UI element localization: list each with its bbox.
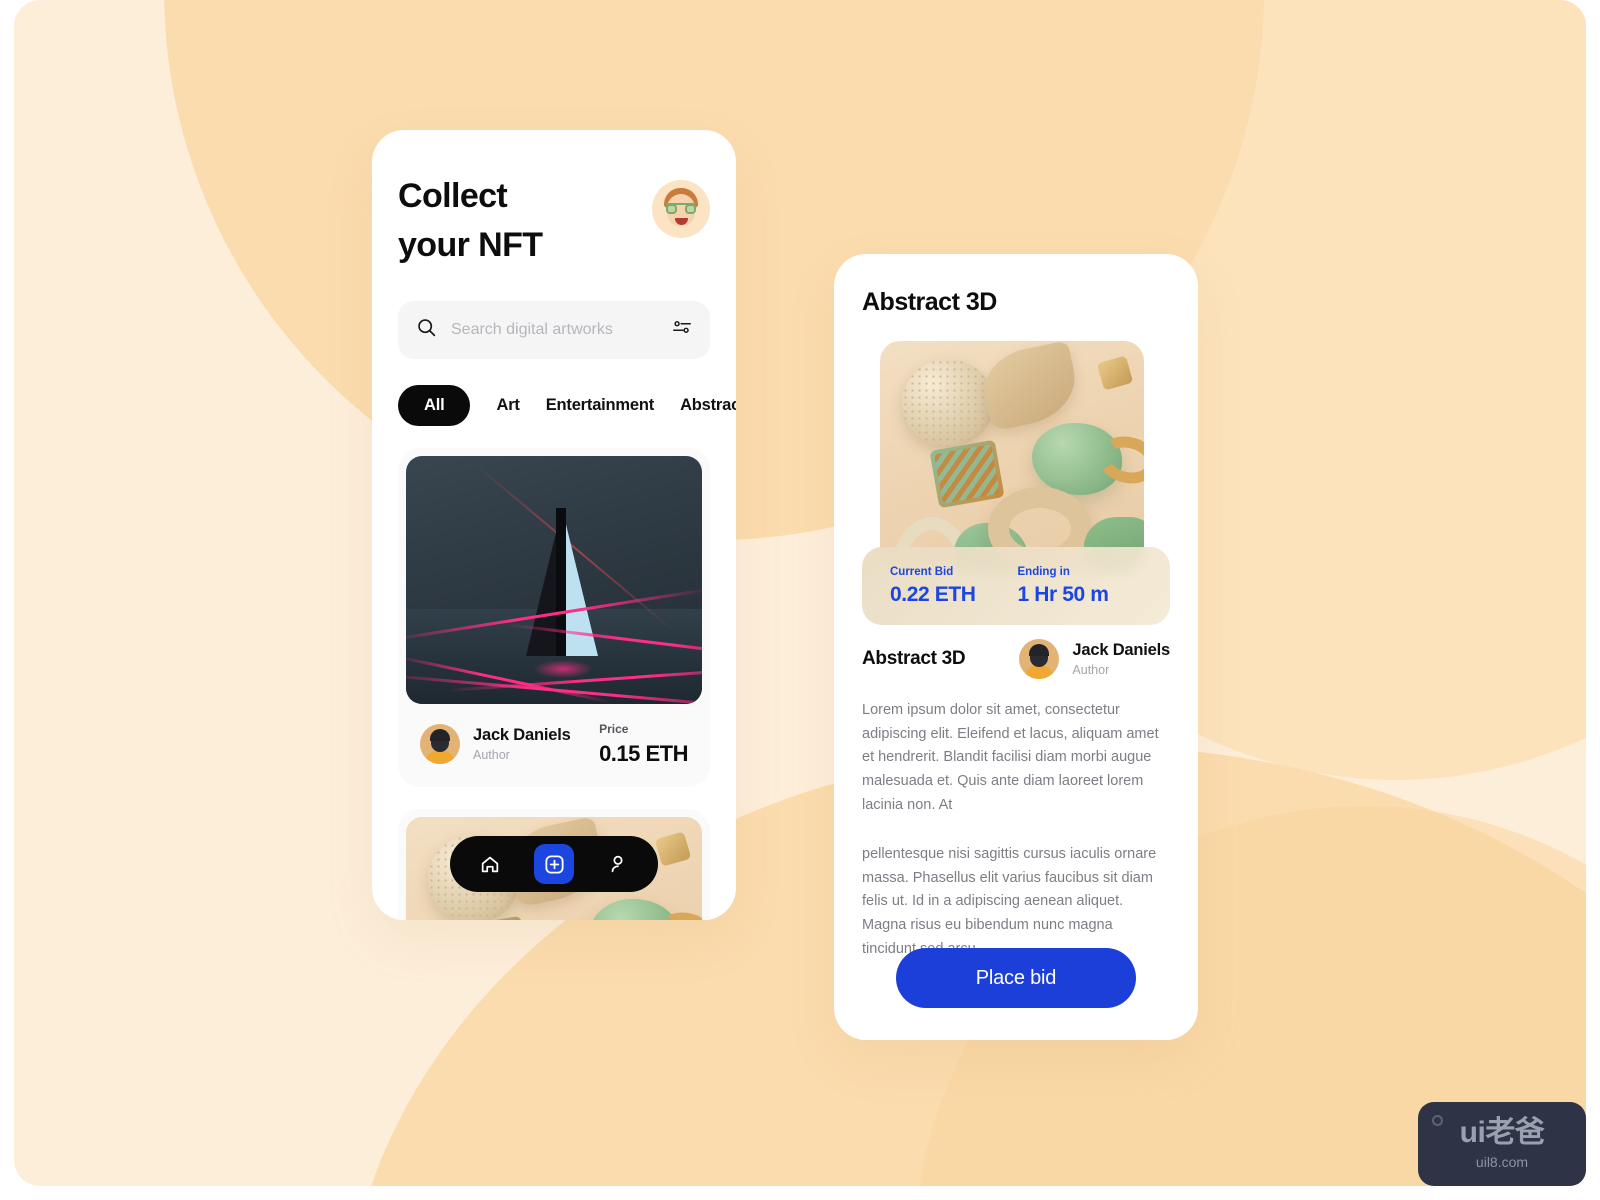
card-price: Price 0.15 ETH [599, 722, 688, 767]
nft-card-footer: Jack Daniels Author Price 0.15 ETH [406, 704, 702, 787]
ending-in-block: Ending in 1 Hr 50 m [1018, 566, 1109, 607]
current-bid-block: Current Bid 0.22 ETH [890, 566, 976, 607]
phone-detail-screen: Abstract 3D Current Bid 0.22 ETH Ending … [834, 254, 1198, 1040]
watermark-url: uil8.com [1475, 1154, 1529, 1170]
category-tabs: All Art Entertainment Abstract [398, 384, 736, 426]
author-role: Author [473, 748, 510, 763]
detail-page-title: Abstract 3D [862, 288, 997, 316]
price-label: Price [599, 721, 629, 736]
author-name: Jack Daniels [1072, 641, 1170, 659]
home-header: Collect your NFT [398, 172, 710, 271]
filter-sliders-icon[interactable] [672, 318, 692, 341]
avatar-glasses [666, 203, 696, 214]
avatar[interactable] [652, 180, 710, 238]
background-canvas [14, 0, 1586, 1186]
watermark-badge: ui老爸 uil8.com [1418, 1102, 1586, 1186]
detail-author[interactable]: Jack Daniels Author [1019, 639, 1170, 679]
ending-in-value: 1 Hr 50 m [1017, 582, 1109, 606]
detail-hero: Current Bid 0.22 ETH Ending in 1 Hr 50 m [862, 341, 1170, 625]
home-icon[interactable] [470, 844, 510, 884]
place-bid-button[interactable]: Place bid [896, 948, 1136, 1008]
current-bid-label: Current Bid [890, 565, 954, 578]
tab-abstract[interactable]: Abstract [680, 396, 736, 415]
detail-meta-row: Abstract 3D Jack Daniels Author [862, 639, 1170, 679]
page-title: Collect your NFT [398, 172, 543, 271]
description-paragraph-1: Lorem ipsum dolor sit amet, consectetur … [862, 702, 1159, 813]
add-plus-icon[interactable] [534, 844, 574, 884]
tab-art[interactable]: Art [496, 396, 519, 415]
description-paragraph-2: pellentesque nisi sagittis cursus iaculi… [862, 846, 1157, 957]
author-avatar [420, 724, 460, 765]
ending-in-label: Ending in [1017, 565, 1070, 578]
watermark-dot-icon [1432, 1115, 1443, 1126]
card-author[interactable]: Jack Daniels Author [420, 724, 571, 765]
page-title-line2: your NFT [398, 226, 543, 265]
search-bar[interactable] [398, 300, 710, 359]
author-avatar [1019, 639, 1060, 679]
abstract-3d-artwork [880, 341, 1144, 573]
nft-card[interactable]: Jack Daniels Author Price 0.15 ETH [398, 447, 710, 787]
tab-all[interactable]: All [398, 384, 471, 426]
author-role: Author [1072, 663, 1110, 677]
author-name: Jack Daniels [473, 726, 571, 745]
screenshot-root: Collect your NFT Search digital artworks… [0, 0, 1600, 1200]
current-bid-value: 0.22 ETH [890, 582, 976, 606]
dark-diamond-artwork [406, 455, 702, 704]
phone-home-screen: Collect your NFT Search digital artworks… [372, 130, 736, 920]
bottom-navigation [450, 836, 658, 892]
search-input[interactable] [451, 320, 658, 339]
bid-info-bar: Current Bid 0.22 ETH Ending in 1 Hr 50 m [862, 547, 1170, 625]
profile-person-icon[interactable] [598, 844, 638, 884]
tab-entertainment[interactable]: Entertainment [546, 396, 655, 415]
watermark-logo-text: ui老爸 [1459, 1116, 1545, 1149]
price-value: 0.15 ETH [599, 740, 688, 766]
artwork-name: Abstract 3D [862, 648, 966, 669]
search-icon [416, 317, 437, 343]
page-title-line1: Collect [398, 177, 508, 215]
